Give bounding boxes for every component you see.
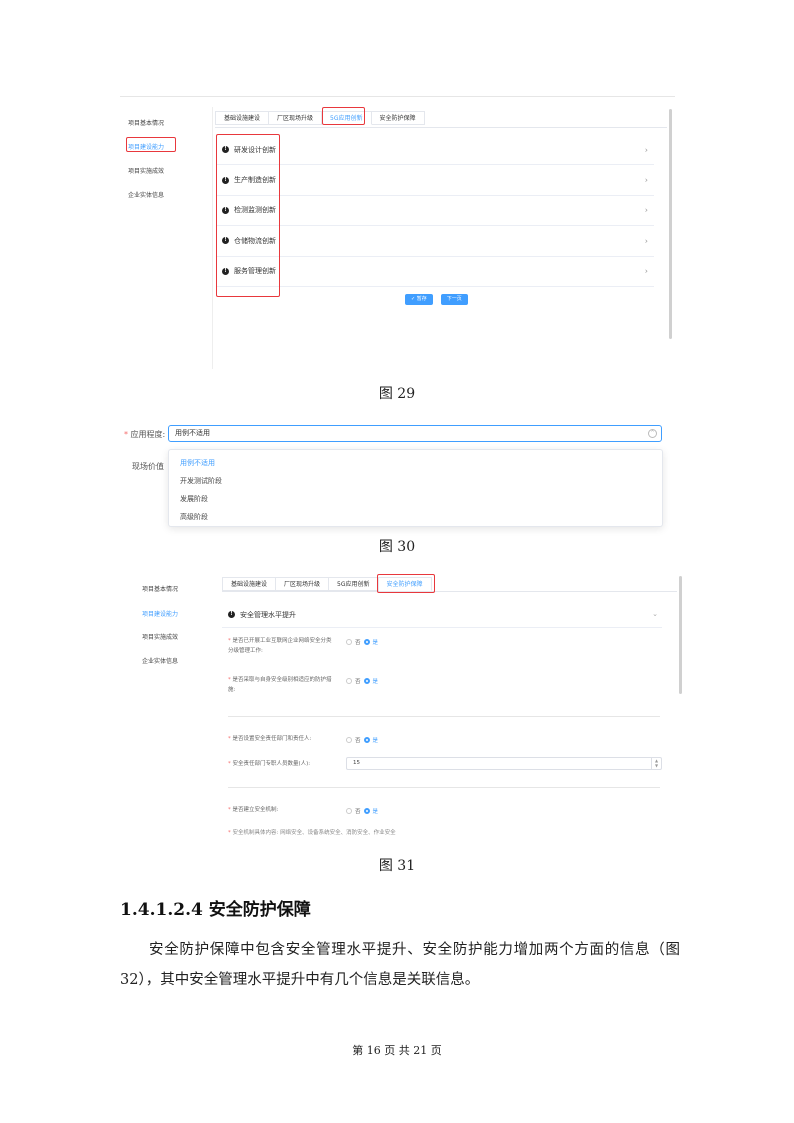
tab-factory-upgrade[interactable]: 厂区现场升级 xyxy=(276,577,330,591)
radio-no[interactable] xyxy=(346,737,352,743)
highlight-box-tab xyxy=(322,107,365,125)
radio-no-label: 否 xyxy=(355,809,361,815)
section-heading: 1.4.1.2.4 安全防护保障 xyxy=(120,900,311,920)
option-developing[interactable]: 发展阶段 xyxy=(169,490,662,508)
select-dropdown: 用例不适用 开发测试阶段 发展阶段 高级阶段 xyxy=(168,449,663,527)
tab-underline xyxy=(215,127,667,128)
divider xyxy=(228,787,660,788)
section-title: 安全管理水平提升 xyxy=(240,610,296,619)
sidebar-item-basic-info[interactable]: 项目基本情况 xyxy=(142,584,178,593)
sidebar-item-basic-info[interactable]: 项目基本情况 xyxy=(128,118,164,127)
required-mark: * xyxy=(124,430,128,439)
section-header-security-mgmt[interactable]: ! 安全管理水平提升 ⌄ xyxy=(222,602,662,628)
collapse-row-service[interactable]: ! 服务管理创新 › xyxy=(216,257,654,287)
caption-fig29: 图 29 xyxy=(378,386,416,402)
apply-level-text: 应用程度: xyxy=(130,430,166,439)
question-security-mechanism: * 是否建立安全机制: xyxy=(228,807,279,813)
select-value: 用例不适用 xyxy=(175,429,210,437)
sidebar-item-build-capability[interactable]: 项目建设能力 xyxy=(142,609,178,618)
next-page-button[interactable]: 下一页 xyxy=(440,294,468,305)
staff-count-value: 15 xyxy=(353,760,360,766)
chevron-right-icon: › xyxy=(644,175,648,185)
radio-no[interactable] xyxy=(346,808,352,814)
tab-infrastructure[interactable]: 基础设施建设 xyxy=(215,111,270,125)
radio-yes-label: 是 xyxy=(372,640,379,646)
sidebar-item-effects[interactable]: 项目实施成效 xyxy=(142,632,178,641)
divider xyxy=(228,716,660,717)
figure-31: 项目基本情况 项目建设能力 项目实施成效 企业实体信息 基础设施建设 厂区现场升… xyxy=(122,572,687,837)
chevron-right-icon: › xyxy=(644,205,648,215)
collapse-list: ! 研发设计创新 › ! 生产制造创新 › ! 检测监测创新 › ! 仓储物流创… xyxy=(216,135,654,287)
radio-yes[interactable] xyxy=(363,678,370,684)
info-icon: ! xyxy=(228,611,235,618)
scrollbar[interactable] xyxy=(669,109,672,339)
chevron-down-icon: ⌄ xyxy=(652,610,658,618)
radio-yes[interactable] xyxy=(363,808,370,814)
question-classification: * 是否已开展工业互联网企业网络安全分类 分级管理工作: xyxy=(228,638,332,654)
collapse-row-logistics[interactable]: ! 仓储物流创新 › xyxy=(216,226,654,257)
staff-count-input[interactable]: 15 ▲ ▼ xyxy=(346,757,662,770)
highlight-box-tab xyxy=(377,574,435,593)
apply-level-label: * 应用程度: xyxy=(124,429,165,440)
spinner-icon[interactable]: ▲ ▼ xyxy=(651,758,661,769)
option-dev-test[interactable]: 开发测试阶段 xyxy=(169,472,662,490)
chevron-right-icon: › xyxy=(644,236,648,246)
radio-group-q2: 否 是 xyxy=(346,677,378,685)
radio-no-label: 否 xyxy=(355,640,361,646)
option-advanced[interactable]: 高级阶段 xyxy=(169,508,662,526)
radio-group-q5: 否 是 xyxy=(346,807,378,815)
collapse-row-rd[interactable]: ! 研发设计创新 › xyxy=(216,135,654,166)
radio-yes-label: 是 xyxy=(372,679,379,685)
save-draft-button[interactable]: ✓ 暂存 xyxy=(405,294,433,305)
question-protection: * 是否采取与自身安全级别相适应的防护措 施: xyxy=(228,677,332,693)
section-paragraph: 安全防护保障中包含安全管理水平提升、安全防护能力增加两个方面的信息（图32），其… xyxy=(120,942,680,988)
sidebar-item-entity-info[interactable]: 企业实体信息 xyxy=(128,190,164,199)
truncated-field-row: * 安全机制具体内容: 网络安全、设备系统安全、消防安全、作业安全 xyxy=(228,830,396,836)
tab-infrastructure[interactable]: 基础设施建设 xyxy=(222,577,277,591)
radio-yes-label: 是 xyxy=(372,738,379,744)
radio-no-label: 否 xyxy=(355,679,361,685)
chevron-right-icon: › xyxy=(644,266,648,276)
radio-no[interactable] xyxy=(346,639,352,645)
tab-5g-innovation[interactable]: 5G应用创新 xyxy=(329,577,379,591)
collapse-row-production[interactable]: ! 生产制造创新 › xyxy=(216,165,654,196)
tab-security[interactable]: 安全防护保障 xyxy=(371,111,425,125)
radio-yes[interactable] xyxy=(363,639,370,645)
chevron-up-icon: ^ xyxy=(648,429,657,438)
sidebar-item-entity-info[interactable]: 企业实体信息 xyxy=(142,656,178,665)
tab-bar: 基础设施建设 厂区现场升级 5G应用创新 安全防护保障 xyxy=(215,111,425,127)
chevron-right-icon: › xyxy=(644,145,648,155)
apply-level-select[interactable]: 用例不适用 ^ xyxy=(168,425,662,442)
highlight-box-rows xyxy=(216,134,280,297)
caption-fig31: 图 31 xyxy=(378,858,416,874)
page-footer: 第 16 页 共 21 页 xyxy=(352,1044,442,1057)
radio-no-label: 否 xyxy=(355,738,361,744)
radio-yes[interactable] xyxy=(363,737,370,743)
collapse-row-inspection[interactable]: ! 检测监测创新 › xyxy=(216,196,654,227)
figure-30: * 应用程度: 用例不适用 ^ 现场价值 用例不适用 开发测试阶段 发展阶段 高… xyxy=(120,420,670,538)
radio-yes-label: 是 xyxy=(372,809,379,815)
truncated-field-text: 安全机制具体内容: 网络安全、设备系统安全、消防安全、作业安全 xyxy=(232,830,396,836)
tab-factory-upgrade[interactable]: 厂区现场升级 xyxy=(269,111,323,125)
scrollbar[interactable] xyxy=(679,576,682,694)
tab-underline xyxy=(222,591,677,592)
radio-group-q1: 否 是 xyxy=(346,638,378,646)
highlight-box-sidebar xyxy=(126,137,176,152)
question-staff-count: * 安全责任部门专职人员数量(人): xyxy=(228,761,311,767)
figure-29: 项目基本情况 项目建设能力 项目实施成效 企业实体信息 基础设施建设 厂区现场升… xyxy=(120,96,675,369)
sidebar-divider xyxy=(212,107,213,369)
radio-group-q3: 否 是 xyxy=(346,736,378,744)
button-group: ✓ 暂存 下一页 xyxy=(405,294,468,305)
radio-no[interactable] xyxy=(346,678,352,684)
option-not-applicable[interactable]: 用例不适用 xyxy=(169,454,662,472)
sidebar-item-effects[interactable]: 项目实施成效 xyxy=(128,166,164,175)
caption-fig30: 图 30 xyxy=(378,539,416,555)
field-value-label: 现场价值 xyxy=(132,462,164,471)
question-responsible-dept: * 是否设置安全责任部门和责任人: xyxy=(228,736,312,742)
